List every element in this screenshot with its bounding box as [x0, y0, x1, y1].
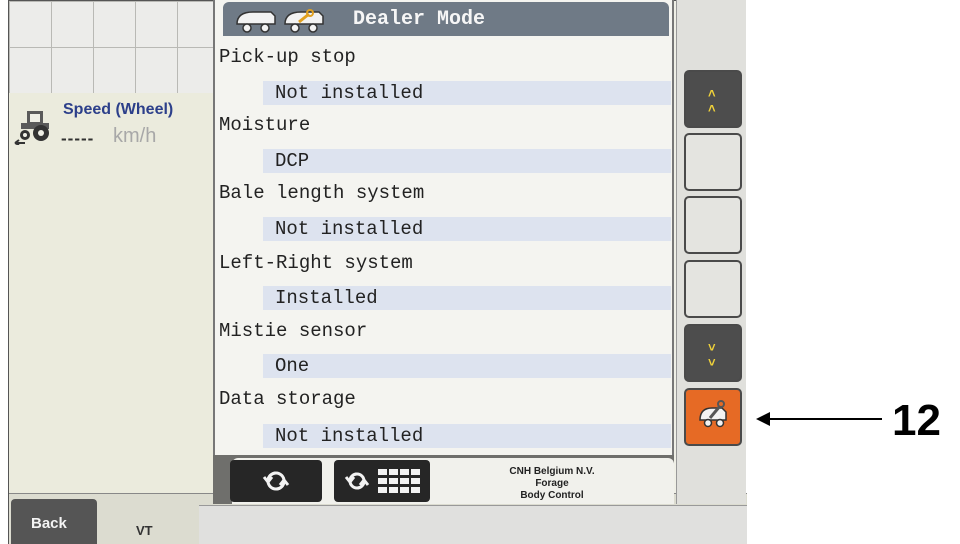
vt-tab[interactable]: VT [136, 523, 153, 538]
callout-arrow-line [766, 418, 882, 420]
refresh-button[interactable] [230, 460, 322, 502]
setting-label-data-storage: Data storage [219, 388, 356, 410]
callout-number: 12 [892, 396, 941, 445]
refresh-grid-icon [344, 469, 420, 493]
setting-value-moisture[interactable]: DCP [263, 149, 671, 173]
softkey-blank-1[interactable] [684, 133, 742, 191]
page-title: Dealer Mode [353, 8, 486, 31]
tractor-icon [14, 111, 49, 145]
title-bar: Dealer Mode [223, 2, 669, 36]
baler-icon [236, 11, 276, 33]
setting-label-bale-length: Bale length system [219, 182, 425, 204]
refresh-grid-button[interactable] [334, 460, 430, 502]
back-button[interactable]: Back [11, 499, 97, 544]
bottom-right-area [199, 505, 747, 544]
setting-value-bale-length[interactable]: Not installed [263, 217, 671, 241]
speed-title: Speed (Wheel) [63, 101, 174, 118]
company-line-body-control: Body Control [520, 490, 584, 501]
baler-icons [236, 9, 324, 33]
baler-wrench-icon [284, 9, 324, 33]
baler-wrench-icon [699, 400, 727, 428]
back-label: Back [31, 515, 67, 532]
settings-panel: Dealer Mode Pick-up stop Not installed M… [213, 0, 674, 455]
setting-value-pickup-stop[interactable]: Not installed [263, 81, 671, 105]
double-chevron-up-icon: ˄ ˄ [708, 86, 716, 116]
page-up-softkey[interactable]: ˄ ˄ [684, 70, 742, 128]
speed-value: ----- [61, 129, 95, 148]
speed-unit: km/h [113, 125, 157, 147]
company-name: CNH Belgium N.V. [509, 466, 595, 477]
left-grid-area [9, 1, 221, 93]
setting-label-left-right: Left-Right system [219, 252, 413, 274]
setting-label-moisture: Moisture [219, 114, 311, 136]
speed-widget: Speed (Wheel) ----- km/h [9, 97, 219, 157]
dealer-mode-softkey[interactable] [684, 388, 742, 446]
setting-value-data-storage[interactable]: Not installed [263, 424, 671, 448]
page-down-softkey[interactable]: ˅ ˅ [684, 324, 742, 382]
company-line-forage: Forage [535, 478, 569, 489]
refresh-icon [262, 471, 290, 491]
setting-label-pickup-stop: Pick-up stop [219, 46, 356, 68]
double-chevron-down-icon: ˅ ˅ [708, 340, 716, 370]
softkey-blank-2[interactable] [684, 196, 742, 254]
setting-value-left-right[interactable]: Installed [263, 286, 671, 310]
company-info: CNH Belgium N.V. Forage Body Control [480, 466, 624, 502]
softkey-blank-3[interactable] [684, 260, 742, 318]
setting-value-mistie-sensor[interactable]: One [263, 354, 671, 378]
setting-label-mistie-sensor: Mistie sensor [219, 320, 368, 342]
